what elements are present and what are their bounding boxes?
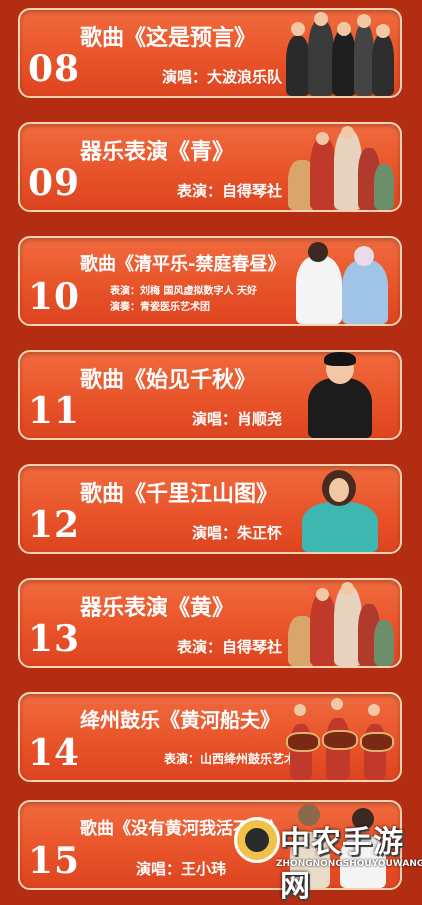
program-title: 歌曲《清平乐-禁庭春昼》 [80, 254, 286, 275]
program-number: 12 [28, 504, 81, 546]
program-card-12[interactable]: 歌曲《千里江山图》 演唱：朱正怀 12 [18, 464, 402, 554]
drummers-photo [286, 696, 394, 780]
program-card-09[interactable]: 器乐表演《青》 表演：自得琴社 09 [18, 122, 402, 212]
program-performer: 演唱：大波浪乐队 [161, 68, 282, 86]
program-title: 器乐表演《青》 [80, 140, 235, 165]
program-card-10[interactable]: 歌曲《清平乐-禁庭春昼》 表演：刘梅 国风虚拟数字人 天好 演奏：青瓷医乐艺术团… [18, 236, 402, 326]
program-card-14[interactable]: 绛州鼓乐《黄河船夫》 表演：山西绛州鼓乐艺术团 14 [18, 692, 402, 782]
singer-photo [286, 352, 394, 438]
program-number: 11 [28, 390, 81, 432]
program-title: 歌曲《这是预言》 [80, 26, 257, 51]
watermark-logo-icon [234, 817, 280, 863]
program-number: 14 [28, 732, 81, 774]
program-performer: 表演：刘梅 国风虚拟数字人 天好 [110, 286, 257, 297]
program-title: 歌曲《始见千秋》 [80, 368, 257, 393]
program-performer: 演唱：王小玮 [135, 860, 226, 878]
program-number: 08 [28, 48, 81, 90]
program-performer: 表演：自得琴社 [176, 638, 282, 656]
program-number: 10 [28, 276, 81, 318]
singer-photo [286, 240, 394, 324]
program-number: 13 [28, 618, 81, 660]
program-card-08[interactable]: 歌曲《这是预言》 演唱：大波浪乐队 08 [18, 8, 402, 98]
site-watermark: 中农手游网 ZHONGNONGSHOUYOUWANG [214, 811, 422, 904]
program-card-11[interactable]: 歌曲《始见千秋》 演唱：肖顺尧 11 [18, 350, 402, 440]
program-number: 15 [28, 840, 81, 882]
program-number: 09 [28, 162, 81, 204]
program-performer: 演唱：朱正怀 [191, 524, 282, 542]
program-title: 器乐表演《黄》 [80, 596, 235, 621]
singer-photo [286, 468, 394, 552]
ensemble-photo [286, 126, 394, 210]
band-photo [286, 12, 394, 96]
watermark-subtext: ZHONGNONGSHOUYOUWANG [276, 859, 422, 869]
program-title: 歌曲《千里江山图》 [80, 482, 279, 507]
program-title: 绛州鼓乐《黄河船夫》 [80, 708, 280, 732]
program-accompaniment: 演奏：青瓷医乐艺术团 [110, 302, 210, 313]
program-performer: 表演：自得琴社 [176, 182, 282, 200]
program-card-13[interactable]: 器乐表演《黄》 表演：自得琴社 13 [18, 578, 402, 668]
program-performer: 演唱：肖顺尧 [191, 410, 282, 428]
ensemble-photo [286, 582, 394, 666]
